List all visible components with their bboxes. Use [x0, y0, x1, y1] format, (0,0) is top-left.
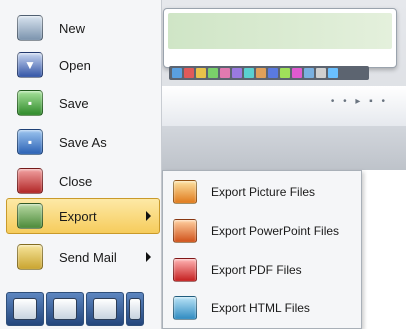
- submenu-item-export-pdf[interactable]: Export PDF Files: [167, 252, 357, 288]
- export-icon: [17, 203, 43, 229]
- background-application: • • ▸ ▪ •: [155, 0, 406, 170]
- menu-item-send-mail[interactable]: Send Mail: [6, 239, 160, 275]
- menu-item-label: Export: [59, 208, 97, 224]
- background-toolbar: [169, 66, 369, 80]
- mail-icon: [17, 244, 43, 270]
- save-as-icon: ▪: [17, 129, 43, 155]
- submenu-item-export-picture[interactable]: Export Picture Files: [167, 174, 357, 210]
- menu-item-new[interactable]: New: [6, 10, 160, 46]
- background-slide-window: [163, 8, 397, 68]
- shapes-button[interactable]: [6, 292, 44, 326]
- menu-item-label: Send Mail: [59, 249, 117, 265]
- tool-icon: [129, 298, 141, 320]
- submenu-item-export-powerpoint[interactable]: Export PowerPoint Files: [167, 213, 357, 249]
- print-preview-button[interactable]: [86, 292, 124, 326]
- tool-button[interactable]: [126, 292, 144, 326]
- background-lower-panel: [155, 126, 406, 170]
- menu-item-export[interactable]: Export: [6, 198, 160, 234]
- menu-item-save[interactable]: ▪ Save: [6, 85, 160, 121]
- menu-item-label: Save: [59, 95, 89, 111]
- powerpoint-file-icon: [173, 219, 197, 243]
- menu-item-save-as[interactable]: ▪ Save As: [6, 124, 160, 160]
- menu-item-label: Close: [59, 173, 93, 189]
- submenu-arrow-icon: [146, 211, 151, 221]
- submenu-item-label: Export Picture Files: [211, 185, 316, 199]
- pdf-file-icon: [173, 258, 197, 282]
- html-file-icon: [173, 296, 197, 320]
- menu-item-close[interactable]: Close: [6, 163, 160, 199]
- submenu-item-label: Export HTML Files: [211, 301, 310, 315]
- file-menu: New ▼ Open ▪ Save ▪ Save As Close Export…: [0, 0, 162, 329]
- export-submenu: Export Picture Files Export PowerPoint F…: [162, 170, 362, 329]
- picture-file-icon: [173, 180, 197, 204]
- close-document-icon: [17, 168, 43, 194]
- menu-item-label: Save As: [59, 134, 107, 150]
- bottom-toolbar: [6, 292, 162, 328]
- submenu-item-label: Export PowerPoint Files: [211, 224, 340, 238]
- menu-item-open[interactable]: ▼ Open: [6, 47, 160, 83]
- open-folder-icon: ▼: [17, 52, 43, 78]
- printer-icon: [53, 298, 77, 320]
- background-slide-content: [168, 13, 392, 49]
- save-disk-icon: ▪: [17, 90, 43, 116]
- new-document-icon: [17, 15, 43, 41]
- submenu-item-export-html[interactable]: Export HTML Files: [167, 290, 357, 326]
- menu-item-label: New: [59, 20, 86, 36]
- print-preview-icon: [93, 298, 117, 320]
- background-panel: • • ▸ ▪ •: [155, 86, 406, 126]
- print-button[interactable]: [46, 292, 84, 326]
- submenu-item-label: Export PDF Files: [211, 263, 302, 277]
- shapes-icon: [13, 298, 37, 320]
- submenu-arrow-icon: [146, 252, 151, 262]
- menu-item-label: Open: [59, 57, 91, 73]
